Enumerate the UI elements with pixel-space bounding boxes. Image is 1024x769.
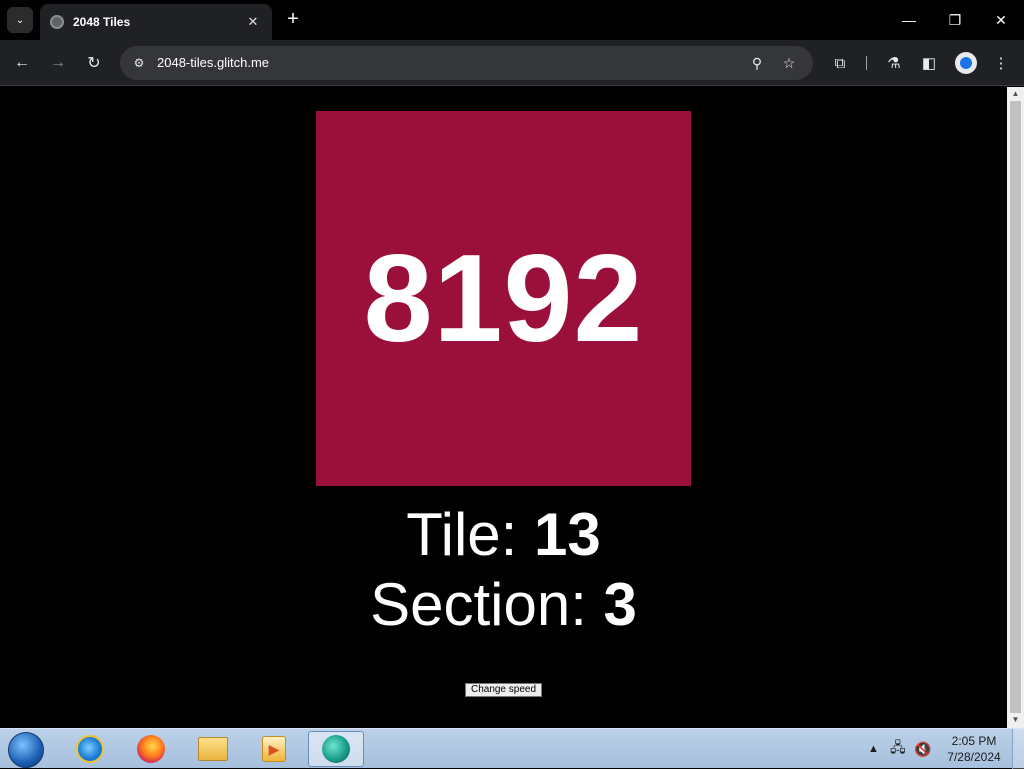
tile-value: 8192 (363, 229, 644, 368)
tab-title: 2048 Tiles (73, 15, 131, 29)
number-tile: 8192 (316, 111, 691, 486)
close-icon[interactable]: ✕ (244, 14, 262, 30)
back-button[interactable]: ← (11, 52, 33, 74)
firefox-icon[interactable] (123, 731, 179, 767)
profile-avatar-icon (960, 57, 972, 69)
title-bar: ⌄ 2048 Tiles ✕ + — ❐ ✕ (0, 0, 1024, 40)
browser-toolbar: ← → ↻ ⚙ 2048-tiles.glitch.me ⚲ ☆ ⧉ ⚗ ◧ ⋮ (0, 40, 1024, 86)
tile-number: 13 (534, 501, 601, 568)
media-player-icon[interactable]: ▶ (246, 731, 302, 767)
tile-info: Tile: 13 (0, 500, 1007, 569)
scroll-up-icon[interactable]: ▲ (1007, 88, 1024, 100)
window-close-button[interactable]: ✕ (986, 6, 1016, 34)
network-icon[interactable]: 🖧 (890, 729, 906, 769)
forward-button[interactable]: → (47, 52, 69, 74)
section-info: Section: 3 (0, 570, 1007, 639)
tab-search-button[interactable]: ⌄ (7, 7, 33, 33)
page-scrollbar[interactable]: ▲ ▼ (1007, 87, 1024, 728)
scroll-down-icon[interactable]: ▼ (1007, 714, 1024, 726)
toolbar-divider (866, 56, 867, 70)
labs-flask-icon[interactable]: ⚗ (883, 52, 905, 74)
extensions-icon[interactable]: ⧉ (829, 52, 851, 74)
start-button[interactable] (8, 732, 44, 768)
minimize-button[interactable]: — (894, 6, 924, 34)
file-explorer-icon[interactable] (185, 731, 241, 767)
section-number: 3 (603, 571, 637, 638)
browser-taskbar-button[interactable] (308, 731, 364, 767)
section-label: Section: (370, 571, 604, 638)
zoom-icon[interactable]: ⚲ (748, 54, 766, 72)
bookmark-star-icon[interactable]: ☆ (780, 54, 798, 72)
volume-muted-icon[interactable]: 🔇 (914, 729, 931, 769)
reload-button[interactable]: ↻ (83, 52, 105, 74)
restore-button[interactable]: ❐ (940, 6, 970, 34)
page-content: 8192 Tile: 13 Section: 3 Change speed (0, 87, 1007, 728)
globe-icon (50, 15, 64, 29)
tile-label: Tile: (406, 501, 535, 568)
url-text[interactable]: 2048-tiles.glitch.me (157, 55, 269, 70)
site-info-icon[interactable]: ⚙ (130, 54, 148, 72)
side-panel-icon[interactable]: ◧ (918, 52, 940, 74)
internet-explorer-icon[interactable] (62, 731, 118, 767)
clock-date: 7/28/2024 (947, 750, 1001, 764)
clock-time: 2:05 PM (951, 734, 997, 748)
system-clock[interactable]: 2:05 PM 7/28/2024 (938, 733, 1010, 765)
address-bar[interactable]: ⚙ 2048-tiles.glitch.me ⚲ ☆ (120, 46, 813, 80)
tab-active[interactable]: 2048 Tiles ✕ (40, 4, 272, 40)
show-hidden-icons[interactable]: ▲ (868, 729, 879, 769)
taskbar: ▶ ▲ 🖧 🔇 2:05 PM 7/28/2024 (0, 728, 1024, 769)
show-desktop-button[interactable] (1012, 729, 1024, 769)
menu-icon[interactable]: ⋮ (990, 52, 1012, 74)
change-speed-button[interactable]: Change speed (465, 683, 542, 697)
new-tab-button[interactable]: + (282, 8, 304, 30)
scroll-thumb[interactable] (1010, 101, 1021, 713)
